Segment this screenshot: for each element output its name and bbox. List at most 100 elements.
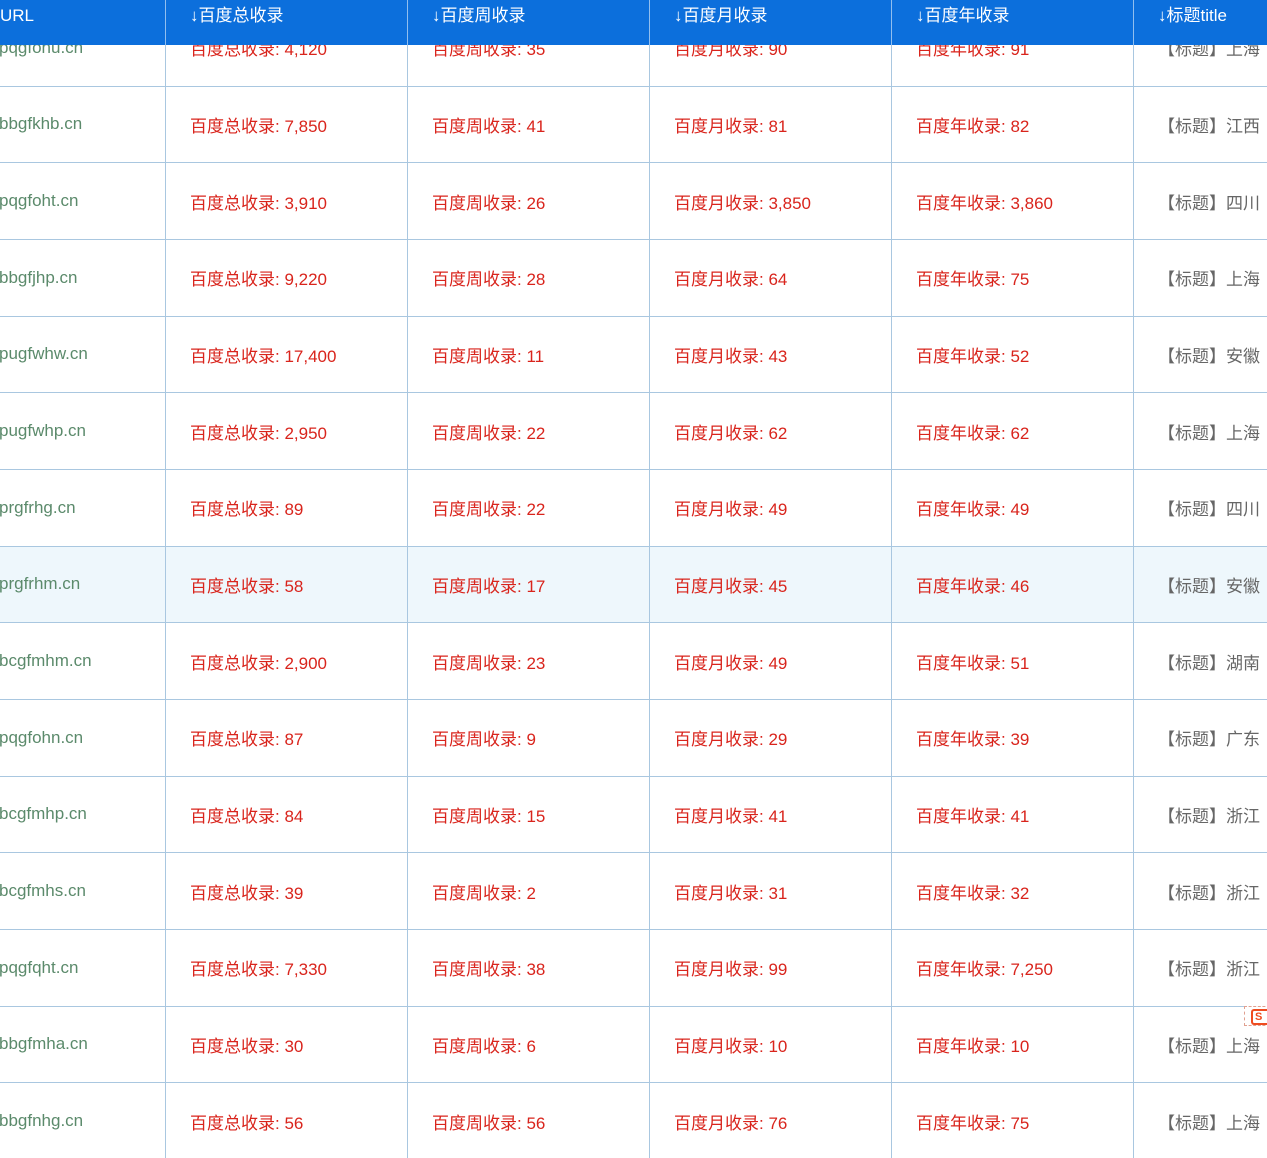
url-link[interactable]: bcgfmhp.cn — [0, 804, 165, 824]
cell-title[interactable]: 【标题】浙江 — [1134, 853, 1267, 929]
url-link[interactable]: bbgfkhb.cn — [0, 114, 165, 134]
cell-week: 百度周收录: 9 — [408, 699, 650, 776]
cell-year: 百度年收录: 75 — [892, 1083, 1134, 1158]
table-row[interactable]: bbgfkhb.cn 百度总收录: 7,850 百度周收录: 41 百度月收录: 81… — [0, 86, 1267, 164]
cell-url[interactable]: prgfrhm.cn — [0, 546, 166, 623]
sogou-badge[interactable]: S — [1244, 1006, 1267, 1026]
table-row[interactable]: prgfrhg.cn 百度总收录: 89 百度周收录: 22 百度月收录: 49 百度年… — [0, 469, 1267, 547]
cell-url[interactable]: bcgfmhs.cn — [0, 853, 166, 929]
url-link[interactable]: bbgfnhg.cn — [0, 1111, 165, 1131]
cell-url[interactable]: pugfwhp.cn — [0, 393, 166, 469]
cell-total: 百度总收录: 89 — [166, 469, 408, 546]
url-link[interactable]: pugfwhp.cn — [0, 421, 165, 441]
cell-url[interactable]: pqgfqht.cn — [0, 929, 166, 1006]
cell-month: 百度月收录: 3,850 — [650, 163, 892, 239]
cell-title[interactable]: 【标题】四川 — [1134, 163, 1267, 239]
cell-year: 百度年收录: 62 — [892, 393, 1134, 469]
cell-title[interactable]: 【标题】浙江 — [1134, 930, 1267, 1006]
url-link[interactable]: prgfrhg.cn — [0, 498, 165, 518]
cell-year: 百度年收录: 49 — [892, 469, 1134, 546]
cell-title[interactable]: 【标题】安徽 — [1134, 547, 1267, 623]
cell-month: 百度月收录: 49 — [650, 469, 892, 546]
cell-month: 百度月收录: 45 — [650, 546, 892, 623]
cell-total: 百度总收录: 7,330 — [166, 929, 408, 1006]
seo-table-viewport: URL ↓百度总收录 ↓百度周收录 ↓百度月收录 ↓百度年收录 ↓标题title… — [0, 0, 1267, 1158]
cell-url[interactable]: bcgfmhp.cn — [0, 776, 166, 853]
url-link[interactable]: bcgfmhs.cn — [0, 881, 165, 901]
cell-url[interactable]: bbgfnhg.cn — [0, 1083, 166, 1158]
cell-year: 百度年收录: 3,860 — [892, 163, 1134, 239]
col-header-week[interactable]: ↓百度周收录 — [408, 0, 650, 45]
cell-url[interactable]: bbgfmha.cn — [0, 1006, 166, 1083]
cell-total: 百度总收录: 56 — [166, 1083, 408, 1158]
url-link[interactable]: pqgfoht.cn — [0, 191, 165, 211]
table-row[interactable]: bcgfmhs.cn 百度总收录: 39 百度周收录: 2 百度月收录: 31 百度年收… — [0, 853, 1267, 930]
url-link[interactable]: bcgfmhm.cn — [0, 651, 165, 671]
cell-year: 百度年收录: 75 — [892, 239, 1134, 316]
col-header-title[interactable]: ↓标题title — [1134, 0, 1267, 45]
cell-url[interactable]: pugfwhw.cn — [0, 316, 166, 393]
col-header-total[interactable]: ↓百度总收录 — [166, 0, 408, 45]
table-row[interactable]: pugfwhp.cn 百度总收录: 2,950 百度周收录: 22 百度月收录: 62… — [0, 393, 1267, 470]
cell-month: 百度月收录: 10 — [650, 1006, 892, 1083]
cell-week: 百度周收录: 22 — [408, 469, 650, 546]
cell-month: 百度月收录: 29 — [650, 699, 892, 776]
cell-total: 百度总收录: 30 — [166, 1006, 408, 1083]
cell-title[interactable]: 【标题】湖南 — [1134, 623, 1267, 699]
cell-title[interactable]: 【标题】广东 — [1134, 700, 1267, 776]
cell-week: 百度周收录: 26 — [408, 163, 650, 239]
cell-month: 百度月收录: 43 — [650, 316, 892, 393]
cell-title[interactable]: 【标题】四川 — [1134, 470, 1267, 546]
cell-month: 百度月收录: 41 — [650, 776, 892, 853]
cell-week: 百度周收录: 2 — [408, 853, 650, 929]
cell-total: 百度总收录: 7,850 — [166, 86, 408, 163]
cell-url[interactable]: prgfrhg.cn — [0, 469, 166, 546]
cell-title[interactable]: 【标题】上海 — [1134, 1083, 1267, 1158]
cell-year: 百度年收录: 39 — [892, 699, 1134, 776]
col-header-year[interactable]: ↓百度年收录 — [892, 0, 1134, 45]
cell-week: 百度周收录: 38 — [408, 929, 650, 1006]
cell-url[interactable]: pqgfoht.cn — [0, 163, 166, 239]
url-link[interactable]: pqgfqht.cn — [0, 958, 165, 978]
cell-total: 百度总收录: 87 — [166, 699, 408, 776]
cell-url[interactable]: pqgfohn.cn — [0, 699, 166, 776]
table-body: pqgfohu.cn 百度总收录: 4,120 百度周收录: 35 百度月收录: 90… — [0, 10, 1267, 1158]
cell-total: 百度总收录: 58 — [166, 546, 408, 623]
col-header-url[interactable]: URL — [0, 0, 166, 45]
table-row[interactable]: pqgfqht.cn 百度总收录: 7,330 百度周收录: 38 百度月收录: 99… — [0, 929, 1267, 1007]
cell-title[interactable]: 【标题】上海 — [1134, 393, 1267, 469]
cell-url[interactable]: bcgfmhm.cn — [0, 623, 166, 699]
url-link[interactable]: prgfrhm.cn — [0, 574, 165, 594]
cell-title[interactable]: 【标题】安徽 — [1134, 317, 1267, 393]
cell-week: 百度周收录: 22 — [408, 393, 650, 469]
cell-title[interactable]: 【标题】上海 — [1134, 240, 1267, 316]
cell-url[interactable]: bbgfjhp.cn — [0, 239, 166, 316]
cell-title[interactable]: 【标题】浙江 — [1134, 777, 1267, 853]
url-link[interactable]: bbgfjhp.cn — [0, 268, 165, 288]
url-link[interactable]: pugfwhw.cn — [0, 344, 165, 364]
table-row[interactable]: bcgfmhm.cn 百度总收录: 2,900 百度周收录: 23 百度月收录: 49… — [0, 623, 1267, 700]
table-row[interactable]: pugfwhw.cn 百度总收录: 17,400 百度周收录: 11 百度月收录: 4… — [0, 316, 1267, 394]
url-link[interactable]: pqgfohn.cn — [0, 728, 165, 748]
col-header-month[interactable]: ↓百度月收录 — [650, 0, 892, 45]
table-header: URL ↓百度总收录 ↓百度周收录 ↓百度月收录 ↓百度年收录 ↓标题title — [0, 0, 1267, 45]
cell-total: 百度总收录: 2,950 — [166, 393, 408, 469]
table-row[interactable]: pqgfoht.cn 百度总收录: 3,910 百度周收录: 26 百度月收录: 3,… — [0, 163, 1267, 240]
table-row[interactable]: pqgfohn.cn 百度总收录: 87 百度周收录: 9 百度月收录: 29 百度年收… — [0, 699, 1267, 777]
table-row[interactable]: bbgfmha.cn 百度总收录: 30 百度周收录: 6 百度月收录: 10 百度年收… — [0, 1006, 1267, 1084]
cell-year: 百度年收录: 46 — [892, 546, 1134, 623]
table-row[interactable]: bbgfjhp.cn 百度总收录: 9,220 百度周收录: 28 百度月收录: 64… — [0, 239, 1267, 317]
cell-url[interactable]: bbgfkhb.cn — [0, 86, 166, 163]
cell-year: 百度年收录: 41 — [892, 776, 1134, 853]
cell-total: 百度总收录: 9,220 — [166, 239, 408, 316]
url-link[interactable]: bbgfmha.cn — [0, 1034, 165, 1054]
cell-title[interactable]: 【标题】江西 — [1134, 87, 1267, 163]
table-row[interactable]: bbgfnhg.cn 百度总收录: 56 百度周收录: 56 百度月收录: 76 百度年… — [0, 1083, 1267, 1158]
cell-month: 百度月收录: 31 — [650, 853, 892, 929]
cell-month: 百度月收录: 99 — [650, 929, 892, 1006]
cell-total: 百度总收录: 84 — [166, 776, 408, 853]
table-row[interactable]: bcgfmhp.cn 百度总收录: 84 百度周收录: 15 百度月收录: 41 百度年… — [0, 776, 1267, 854]
seo-table: URL ↓百度总收录 ↓百度周收录 ↓百度月收录 ↓百度年收录 ↓标题title… — [0, 0, 1267, 1158]
table-row[interactable]: prgfrhm.cn 百度总收录: 58 百度周收录: 17 百度月收录: 45 百度年… — [0, 546, 1267, 624]
cell-month: 百度月收录: 49 — [650, 623, 892, 699]
